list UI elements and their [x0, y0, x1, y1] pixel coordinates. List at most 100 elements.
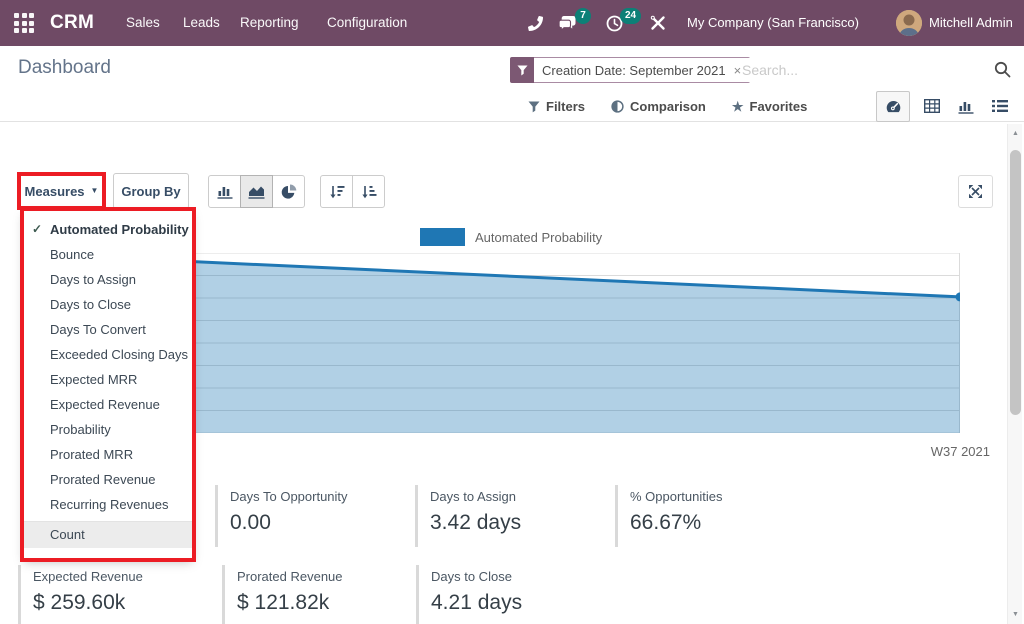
- measures-button[interactable]: Measures ▼: [21, 176, 102, 206]
- kpi-value: 3.42 days: [430, 511, 600, 535]
- menu-item-label: Exceeded Closing Days: [50, 347, 188, 362]
- view-dashboard-button[interactable]: [876, 91, 910, 122]
- filters-label: Filters: [546, 99, 585, 114]
- search-options-row: Filters Comparison ★ Favorites: [528, 99, 807, 114]
- activities-badge[interactable]: 24: [620, 8, 641, 24]
- scroll-down-icon[interactable]: ▼: [1008, 611, 1023, 618]
- dashboard-content: Measures ▼ Group By: [0, 122, 1024, 624]
- kpi-value: $ 259.60k: [33, 591, 203, 615]
- nav-menu-configuration[interactable]: Configuration: [327, 0, 407, 46]
- scrollbar-thumb[interactable]: [1010, 150, 1021, 415]
- measures-menu-item[interactable]: Expected Revenue: [24, 392, 192, 417]
- view-graph-button[interactable]: [953, 91, 978, 122]
- favorites-button[interactable]: ★ Favorites: [732, 99, 807, 114]
- menu-item-label: Prorated MRR: [50, 447, 133, 462]
- crm-dashboard-screen: CRM Sales Leads Reporting Configuration …: [0, 0, 1024, 624]
- view-pivot-button[interactable]: [919, 91, 944, 122]
- measures-menu-item-count[interactable]: Count: [24, 522, 192, 548]
- favorites-star-icon: ★: [732, 100, 744, 113]
- messages-icon[interactable]: [558, 15, 577, 32]
- comparison-button[interactable]: Comparison: [611, 99, 706, 114]
- search-icon[interactable]: [994, 61, 1011, 78]
- kpi-label: Prorated Revenue: [237, 569, 407, 584]
- menu-item-label: Prorated Revenue: [50, 472, 156, 487]
- menu-item-label: Days To Convert: [50, 322, 146, 337]
- view-list-button[interactable]: [987, 91, 1012, 122]
- measures-menu-item[interactable]: Prorated Revenue: [24, 467, 192, 492]
- page-title[interactable]: Dashboard: [18, 57, 111, 79]
- pie-chart-type-button[interactable]: [272, 175, 305, 208]
- kpi-value: 66.67%: [630, 511, 800, 535]
- facet-label: Creation Date: September 2021: [542, 63, 726, 78]
- measures-menu-item[interactable]: Recurring Revenues: [24, 492, 192, 517]
- messages-badge[interactable]: 7: [575, 8, 591, 24]
- menu-item-label: Probability: [50, 422, 111, 437]
- search-input[interactable]: [742, 58, 972, 82]
- nav-menu-leads[interactable]: Leads: [183, 0, 220, 46]
- bar-chart-icon: [217, 184, 233, 199]
- kpi-label: Days to Close: [431, 569, 601, 584]
- comparison-icon: [611, 100, 624, 113]
- measures-menu-item[interactable]: Expected MRR: [24, 367, 192, 392]
- nav-menu-reporting[interactable]: Reporting: [240, 0, 299, 46]
- x-axis-tick-label: W37 2021: [860, 444, 990, 459]
- legend-label: Automated Probability: [475, 230, 602, 245]
- measures-menu-item[interactable]: Bounce: [24, 242, 192, 267]
- avatar[interactable]: [896, 10, 922, 36]
- area-chart-type-button[interactable]: [240, 175, 273, 208]
- menu-item-label: Automated Probability: [50, 222, 189, 237]
- graph-icon: [958, 99, 974, 114]
- sort-asc-icon: [361, 185, 377, 199]
- menu-item-label: Bounce: [50, 247, 94, 262]
- company-switcher[interactable]: My Company (San Francisco): [687, 0, 859, 46]
- legend-swatch: [420, 228, 465, 246]
- control-panel: Dashboard Creation Date: September 2021 …: [0, 46, 1024, 122]
- measures-menu-item[interactable]: Probability: [24, 417, 192, 442]
- kpi-value: 0.00: [230, 511, 400, 535]
- facet-close-icon[interactable]: ×: [734, 63, 742, 78]
- kpi-label: Days to Assign: [430, 489, 600, 504]
- sort-descending-button[interactable]: [320, 175, 353, 208]
- app-brand[interactable]: CRM: [50, 0, 94, 46]
- menu-item-label: Expected MRR: [50, 372, 137, 387]
- measures-menu-item[interactable]: Prorated MRR: [24, 442, 192, 467]
- tools-icon[interactable]: [650, 15, 666, 31]
- list-icon: [992, 99, 1008, 113]
- caret-down-icon: ▼: [91, 187, 99, 195]
- measures-menu-item[interactable]: Days to Assign: [24, 267, 192, 292]
- top-navbar: CRM Sales Leads Reporting Configuration …: [0, 0, 1024, 46]
- sort-desc-icon: [329, 185, 345, 199]
- measures-menu-item[interactable]: ✓ Automated Probability: [24, 217, 192, 242]
- search-facet[interactable]: Creation Date: September 2021 ×: [510, 57, 750, 83]
- menu-item-label: Recurring Revenues: [50, 497, 169, 512]
- measures-menu-item[interactable]: Days to Close: [24, 292, 192, 317]
- chart-legend[interactable]: Automated Probability: [420, 228, 602, 246]
- comparison-label: Comparison: [630, 99, 706, 114]
- phone-icon[interactable]: [528, 16, 543, 31]
- kpi-label: Expected Revenue: [33, 569, 203, 584]
- nav-menu-sales[interactable]: Sales: [126, 0, 160, 46]
- scroll-up-icon[interactable]: ▲: [1008, 130, 1023, 137]
- favorites-label: Favorites: [750, 99, 808, 114]
- kpi-percent-opportunities: % Opportunities 66.67%: [615, 485, 800, 547]
- area-chart-icon: [248, 184, 265, 199]
- apps-menu-icon[interactable]: [14, 13, 34, 33]
- kpi-prorated-revenue: Prorated Revenue $ 121.82k: [222, 565, 407, 624]
- menu-item-label: Expected Revenue: [50, 397, 160, 412]
- expand-chart-button[interactable]: [958, 175, 993, 208]
- bar-chart-type-button[interactable]: [208, 175, 241, 208]
- group-by-button[interactable]: Group By: [113, 173, 189, 209]
- measures-menu-item[interactable]: Exceeded Closing Days: [24, 342, 192, 367]
- kpi-label: Days To Opportunity: [230, 489, 400, 504]
- vertical-scrollbar[interactable]: ▲ ▼: [1007, 124, 1022, 624]
- expand-icon: [968, 184, 983, 199]
- measures-menu-item[interactable]: Days To Convert: [24, 317, 192, 342]
- facet-filter-icon: [510, 57, 534, 83]
- measures-dropdown-menu: ✓ Automated Probability Bounce Days to A…: [24, 211, 192, 558]
- user-menu[interactable]: Mitchell Admin: [929, 0, 1013, 46]
- kpi-days-to-assign: Days to Assign 3.42 days: [415, 485, 600, 547]
- view-switcher: [876, 90, 1012, 122]
- filters-button[interactable]: Filters: [528, 99, 585, 114]
- sort-ascending-button[interactable]: [352, 175, 385, 208]
- pie-chart-icon: [281, 184, 297, 200]
